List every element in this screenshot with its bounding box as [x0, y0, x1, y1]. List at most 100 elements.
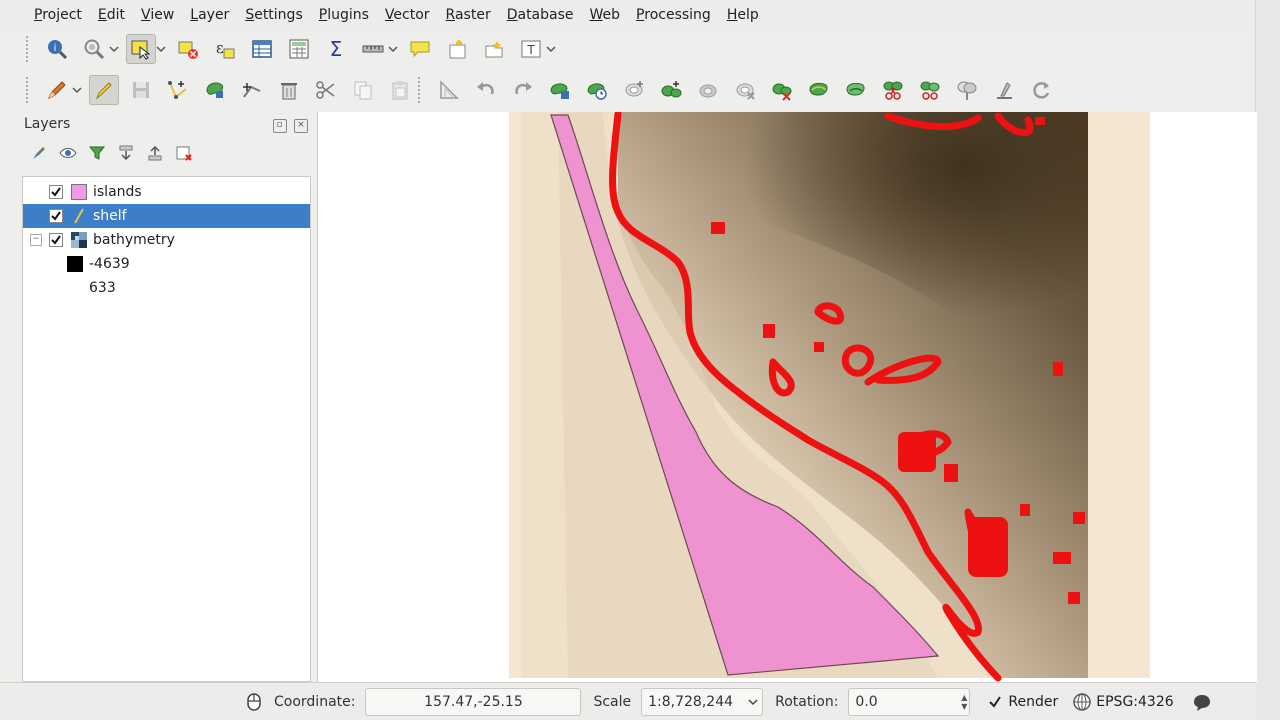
redo-button[interactable] [508, 75, 538, 105]
menu-project[interactable]: Project [26, 7, 90, 23]
crs-label: EPSG:4326 [1096, 693, 1174, 710]
toggle-editing-button[interactable] [88, 75, 119, 105]
toolbar-grip[interactable] [418, 77, 424, 103]
rotate-feature-button[interactable] [545, 75, 575, 105]
map-canvas[interactable] [317, 112, 1257, 682]
collapse-all-button[interactable] [142, 140, 168, 166]
coordinate-value: 157.47,-25.15 [424, 693, 523, 710]
rotate-point-symbols-button[interactable] [989, 75, 1019, 105]
menu-layer[interactable]: Layer [182, 7, 237, 23]
enable-tracing-button[interactable] [434, 75, 464, 105]
delete-ring-button[interactable] [730, 75, 760, 105]
chevron-down-icon [156, 46, 166, 53]
table-icon [251, 40, 272, 58]
expand-all-button[interactable] [113, 140, 139, 166]
add-feature-button[interactable] [163, 75, 193, 105]
toggle-extents-button[interactable] [244, 692, 264, 712]
menu-help[interactable]: Help [719, 7, 767, 23]
layer-row-bathymetry[interactable]: bathymetry [23, 228, 310, 252]
layer-visibility-checkbox[interactable] [49, 185, 63, 199]
select-features-button[interactable] [125, 34, 156, 64]
node-tool-button[interactable] [200, 75, 230, 105]
spin-up-icon[interactable]: ▲ [961, 693, 967, 702]
menu-view[interactable]: View [133, 7, 182, 23]
checkmark-icon [49, 185, 63, 199]
add-part-button[interactable] [656, 75, 686, 105]
delete-ring-icon [736, 83, 755, 100]
add-ring-button[interactable] [619, 75, 649, 105]
coordinate-field[interactable]: 157.47,-25.15 [365, 687, 582, 716]
menu-settings[interactable]: Settings [237, 7, 310, 23]
messages-button[interactable] [1192, 692, 1212, 712]
layer-row-islands[interactable]: islands [23, 180, 310, 204]
dropdown-arrow[interactable] [71, 75, 83, 105]
menu-web[interactable]: Web [582, 7, 629, 23]
menu-vector[interactable]: Vector [377, 7, 438, 23]
dropdown-arrow[interactable] [545, 34, 557, 64]
pan-to-selection-button[interactable] [79, 34, 109, 64]
svg-text:T: T [526, 43, 535, 57]
measure-line-button[interactable] [358, 34, 388, 64]
fill-ring-button[interactable] [693, 75, 723, 105]
dropdown-arrow[interactable] [387, 34, 399, 64]
save-edits-button[interactable] [126, 75, 156, 105]
copy-features-button[interactable] [348, 75, 378, 105]
select-by-expression-button[interactable]: ε [210, 34, 240, 64]
simplify-icon [586, 83, 607, 100]
split-parts-button[interactable] [915, 75, 945, 105]
rotate-label-button[interactable] [1026, 75, 1056, 105]
layer-visibility-checkbox[interactable] [49, 209, 63, 223]
menu-edit[interactable]: Edit [90, 7, 133, 23]
select-rectangle-icon [131, 40, 150, 60]
statistical-summary-button[interactable]: Σ [321, 34, 351, 64]
undo-button[interactable] [471, 75, 501, 105]
open-attribute-table-button[interactable] [247, 34, 277, 64]
reshape-features-button[interactable] [804, 75, 834, 105]
filter-legend-button[interactable] [84, 140, 110, 166]
paste-features-button[interactable] [385, 75, 415, 105]
float-panel-button[interactable]: ▫ [272, 119, 287, 133]
spin-arrows[interactable]: ▲ ▼ [961, 693, 967, 711]
simplify-feature-button[interactable] [582, 75, 612, 105]
toolbar-grip[interactable] [26, 77, 32, 103]
field-calculator-button[interactable] [284, 34, 314, 64]
styling-button[interactable] [26, 140, 52, 166]
delete-selected-button[interactable] [274, 75, 304, 105]
menu-database[interactable]: Database [499, 7, 582, 23]
polygon-layer-icon [71, 184, 87, 200]
menu-plugins[interactable]: Plugins [311, 7, 377, 23]
new-bookmark-button[interactable] [442, 34, 472, 64]
remove-layer-button[interactable] [171, 140, 197, 166]
manage-visibility-button[interactable] [55, 140, 81, 166]
move-feature-button[interactable] [237, 75, 267, 105]
move-feature-icon [242, 83, 260, 98]
split-features-button[interactable] [878, 75, 908, 105]
close-panel-button[interactable]: × [294, 119, 308, 133]
identify-features-button[interactable]: i [42, 34, 72, 64]
text-annotation-button[interactable]: T [516, 34, 546, 64]
delete-part-button[interactable] [767, 75, 797, 105]
layer-row-shelf[interactable]: shelf [23, 204, 310, 228]
dropdown-arrow[interactable] [155, 34, 167, 64]
dropdown-arrow[interactable] [108, 34, 120, 64]
layer-name: shelf [93, 208, 127, 224]
deselect-all-button[interactable] [173, 34, 203, 64]
legend-item-min: -4639 [67, 252, 130, 276]
cut-features-button[interactable] [311, 75, 341, 105]
map-tips-button[interactable] [405, 34, 435, 64]
spin-down-icon[interactable]: ▼ [961, 702, 967, 711]
show-bookmarks-button[interactable] [479, 34, 509, 64]
reef-marker [1068, 592, 1080, 604]
menu-raster[interactable]: Raster [438, 7, 499, 23]
crs-button[interactable]: EPSG:4326 [1072, 692, 1174, 712]
menu-processing[interactable]: Processing [628, 7, 719, 23]
current-edits-button[interactable] [42, 75, 72, 105]
layer-visibility-checkbox[interactable] [49, 233, 63, 247]
scale-select[interactable]: 1:8,728,244 [641, 687, 764, 716]
offset-curve-button[interactable] [841, 75, 871, 105]
rotation-spinbox[interactable]: 0.0 ▲ ▼ [848, 687, 971, 716]
render-checkbox[interactable]: Render [988, 694, 1058, 710]
add-line-feature-icon [167, 81, 187, 99]
merge-features-button[interactable] [952, 75, 982, 105]
toolbar-grip[interactable] [26, 36, 32, 62]
